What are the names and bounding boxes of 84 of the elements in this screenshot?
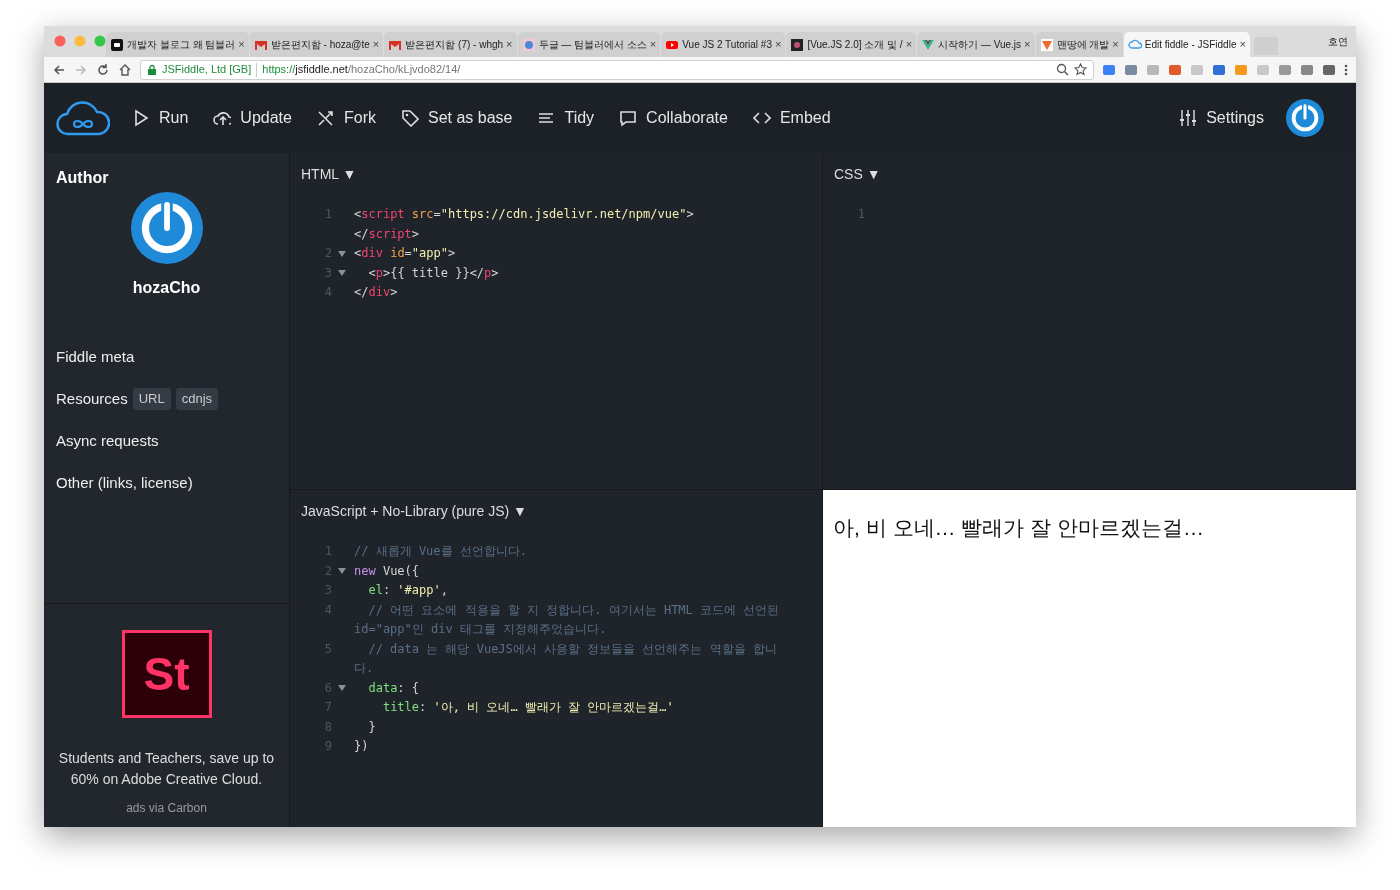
close-icon[interactable]: ×: [1024, 36, 1031, 53]
close-icon[interactable]: ×: [1239, 36, 1246, 53]
panel-mode-button[interactable]: HTML ▼: [290, 153, 368, 196]
toolbar-button[interactable]: Fork: [316, 106, 376, 130]
close-icon[interactable]: ×: [372, 36, 380, 53]
line-number: 2: [324, 245, 332, 262]
code-line: // data 는 해당 VueJS에서 사용할 정보들을 선언해주는 역할을 합니: [367, 640, 777, 658]
code-line: title: '아, 비 오네… 빨래가 잘 안마르겠는걸…': [381, 699, 674, 716]
line-number: 6: [324, 679, 332, 697]
code-line: el: '#app',: [367, 582, 448, 599]
code-line: </div>: [354, 284, 398, 301]
browser-tab[interactable]: 맨땅에 개발 ×: [1035, 32, 1123, 57]
browser-tab[interactable]: Vue JS 2 Tutorial #3 ×: [661, 32, 786, 57]
browser-tab[interactable]: [Vue.JS 2.0] 소개 및 / ×: [786, 32, 917, 57]
sidebar-link[interactable]: Fiddle meta: [56, 345, 135, 369]
toolbar-button[interactable]: Update: [213, 106, 292, 130]
close-icon[interactable]: ×: [905, 36, 913, 53]
line-number: 4: [324, 284, 332, 301]
tab-title: 받은편지함 (7) - whgh: [405, 38, 504, 52]
line-number: 1: [324, 543, 332, 560]
line-number: 7: [324, 699, 332, 716]
author-name: hozaCho: [132, 278, 201, 298]
toolbar-button[interactable]: Embed: [752, 106, 831, 130]
browser-tab[interactable]: Edit fiddle - JSFiddle ×: [1123, 32, 1250, 57]
address-bar[interactable]: JSFiddle, Ltd [GB] https://jsfiddle.net/hozaCho/kLjvdo82/14/: [140, 59, 1094, 80]
tab-title: 받은편지함 - hoza@te: [270, 38, 370, 52]
code-line: <div id="app">: [354, 245, 456, 262]
code-line: // 어떤 요소에 적용을 할 지 정합니다. 여기서는 HTML 코드에 선언된: [367, 601, 780, 619]
site-identity: JSFiddle, Ltd [GB]: [162, 62, 252, 78]
close-icon[interactable]: ×: [238, 36, 245, 53]
toolbar-button[interactable]: Collaborate: [619, 106, 728, 130]
close-icon[interactable]: ×: [506, 36, 513, 53]
line-number: 5: [324, 640, 332, 658]
tab-title: 개발자 블로그 왜 텀블러: [127, 38, 236, 52]
tab-title: Edit fiddle - JSFiddle: [1144, 38, 1237, 52]
code-line: }): [354, 738, 369, 755]
section-heading: Author: [56, 168, 110, 188]
settings-button[interactable]: Settings: [1179, 106, 1264, 130]
tab-title: [Vue.JS 2.0] 소개 및 /: [807, 38, 903, 52]
code-line: // 새롭게 Vue를 선언합니다.: [354, 543, 528, 560]
sidebar-link[interactable]: Other (links, license): [56, 471, 193, 495]
tab-title: 맨땅에 개발: [1056, 38, 1110, 52]
line-number: 1: [324, 206, 332, 223]
tab-title: Vue JS 2 Tutorial #3: [682, 38, 772, 52]
sidebar-link[interactable]: Async requests: [56, 429, 159, 453]
ad-logo[interactable]: St: [121, 630, 212, 718]
resource-tag[interactable]: cdnjs: [175, 388, 219, 410]
browser-tab[interactable]: 개발자 블로그 왜 텀블러 ×: [106, 32, 249, 57]
resource-tag[interactable]: URL: [132, 388, 171, 410]
line-number: 9: [324, 738, 332, 755]
code-line: data: {: [367, 679, 420, 697]
close-icon[interactable]: ×: [775, 36, 782, 53]
code-line: 다.: [354, 660, 374, 677]
line-number: 3: [324, 264, 332, 282]
browser-tab[interactable]: 받은편지함 - hoza@te ×: [249, 32, 384, 57]
line-number: 2: [324, 562, 332, 580]
toolbar-button[interactable]: Set as base: [400, 106, 513, 130]
tab-title: 시작하기 — Vue.js: [938, 38, 1022, 52]
browser-tab[interactable]: 두글 — 텀블러에서 소스 ×: [517, 32, 661, 57]
line-number: 8: [324, 718, 332, 736]
close-icon[interactable]: ×: [649, 36, 657, 53]
code-line: <script src="https://cdn.jsdelivr.net/npm/vue">: [354, 206, 694, 223]
browser-tab[interactable]: 받은편지함 (7) - whgh ×: [384, 32, 517, 57]
code-line: id="app"인 div 태그를 지정해주었습니다.: [354, 621, 607, 638]
toolbar-button[interactable]: Run: [132, 106, 189, 130]
tab-title: 두글 — 텀블러에서 소스: [538, 38, 647, 52]
line-number: 3: [324, 582, 332, 599]
code-line: </script>: [354, 225, 420, 243]
panel-mode-button[interactable]: JavaScript + No-Library (pure JS) ▼: [290, 490, 538, 533]
browser-tab[interactable]: 시작하기 — Vue.js ×: [917, 32, 1035, 57]
sidebar-link[interactable]: Resources: [56, 387, 128, 411]
profile-name[interactable]: 호연: [1328, 34, 1348, 49]
ad-text[interactable]: Students and Teachers, save up to 60% on Adobe Creative Cloud.: [44, 748, 289, 790]
close-icon[interactable]: ×: [1112, 36, 1119, 53]
toolbar-button[interactable]: Tidy: [537, 106, 595, 130]
result-text: 아, 비 오네… 빨래가 잘 안마르겠는걸…: [833, 515, 1205, 541]
line-number: 4: [324, 601, 332, 619]
url-text: https://jsfiddle.net/hozaCho/kLjvdo82/14/: [262, 62, 462, 78]
line-number: 1: [857, 206, 865, 223]
code-line: <p>{{ title }}</p>: [367, 264, 499, 282]
code-line: }: [367, 718, 376, 736]
panel-mode-button[interactable]: CSS ▼: [823, 153, 892, 196]
ad-credit[interactable]: ads via Carbon: [126, 799, 207, 817]
code-line: new Vue({: [354, 562, 420, 580]
